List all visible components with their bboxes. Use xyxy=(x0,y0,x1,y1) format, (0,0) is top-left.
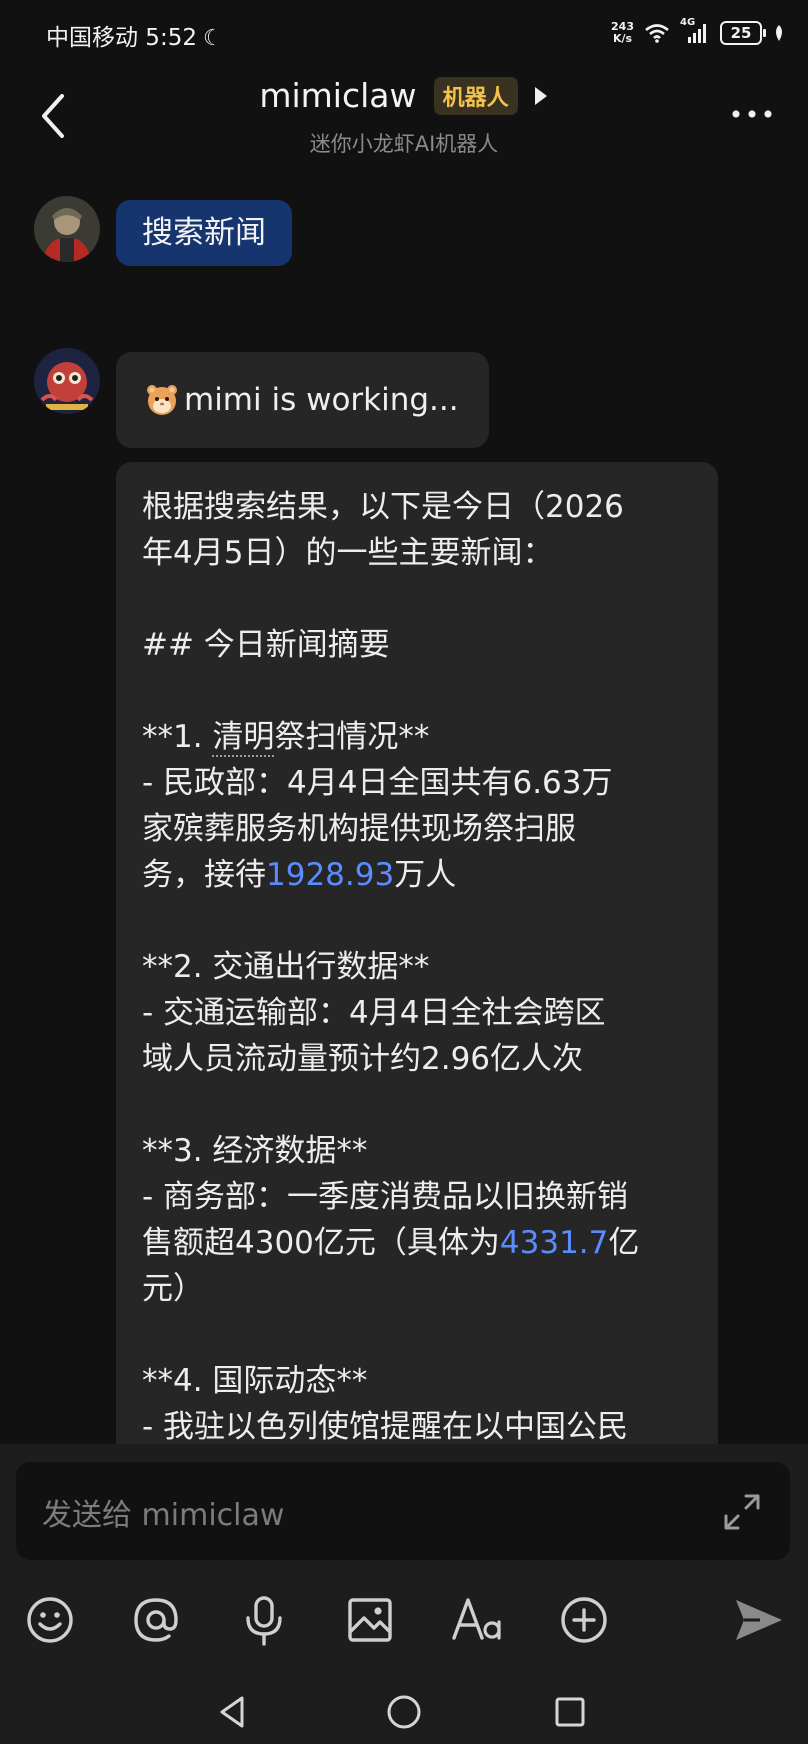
emoji-button[interactable] xyxy=(22,1592,78,1648)
reply-section-title: **2. 交通出行数据** xyxy=(142,949,430,985)
nav-recents-icon xyxy=(555,1697,585,1727)
reply-line: - 商务部：一季度消费品以旧换新销 xyxy=(142,1179,629,1215)
bot-tag: 机器人 xyxy=(433,76,518,115)
net-speed: 243 K/s xyxy=(611,20,634,45)
number-link[interactable]: 4331.7 xyxy=(500,1225,608,1261)
hamster-emoji-icon xyxy=(147,384,177,415)
system-nav-bar xyxy=(0,1684,808,1744)
moon-icon: ☾ xyxy=(202,26,223,51)
user-avatar[interactable] xyxy=(34,196,100,262)
chat-area[interactable]: 搜索新闻 mimi is working... 根据搜索结果，以下是今日（202… xyxy=(0,176,808,1444)
more-icon xyxy=(732,110,772,118)
reply-section-title: **4. 国际动态** xyxy=(142,1363,368,1399)
add-button[interactable] xyxy=(556,1592,612,1648)
nav-home-icon xyxy=(387,1695,421,1729)
reply-section-title: **1. 清明祭扫情况** xyxy=(142,719,430,757)
wifi-icon xyxy=(645,24,669,43)
bot-avatar[interactable] xyxy=(34,348,100,414)
reply-section-title: **3. 经济数据** xyxy=(142,1133,368,1169)
plus-icon xyxy=(561,1597,607,1643)
reply-line: - 民政部：4月4日全国共有6.63万 xyxy=(142,765,613,801)
leaf-icon xyxy=(776,25,782,41)
font-button[interactable] xyxy=(450,1592,506,1648)
signal-icon: 4G xyxy=(680,17,710,45)
status-carrier-time: 中国移动 5:52 ☾ xyxy=(46,25,223,51)
status-bar: 中国移动 5:52 ☾ 243 K/s 4G 25 xyxy=(0,0,808,66)
message-input-placeholder: 发送给 mimiclaw xyxy=(42,1498,285,1533)
message-input[interactable]: 发送给 mimiclaw xyxy=(16,1462,790,1560)
reply-heading: ## 今日新闻摘要 xyxy=(142,627,390,663)
microphone-icon xyxy=(246,1596,282,1646)
emoji-icon xyxy=(27,1597,73,1643)
reply-line: 根据搜索结果，以下是今日（2026 xyxy=(142,489,624,525)
reply-line: - 交通运输部：4月4日全社会跨区 xyxy=(142,995,606,1031)
expand-button[interactable] xyxy=(722,1492,762,1532)
mention-button[interactable] xyxy=(128,1592,184,1648)
image-icon xyxy=(348,1598,392,1642)
bot-reply-bubble[interactable]: 根据搜索结果，以下是今日（2026 年4月5日）的一些主要新闻： ## 今日新闻… xyxy=(116,462,718,1444)
nav-back-button[interactable] xyxy=(214,1692,254,1732)
status-icons: 243 K/s 4G 25 xyxy=(611,17,786,48)
bot-status-bubble[interactable]: mimi is working... xyxy=(116,352,489,448)
more-button[interactable] xyxy=(730,106,774,120)
title-row[interactable]: mimiclaw 机器人 xyxy=(0,76,808,115)
send-button[interactable] xyxy=(730,1592,786,1648)
at-icon xyxy=(134,1598,178,1642)
voice-button[interactable] xyxy=(236,1592,292,1648)
user-message-bubble[interactable]: 搜索新闻 xyxy=(116,200,292,266)
number-link[interactable]: 1928.93 xyxy=(266,857,394,893)
underlined-term[interactable]: 清明 xyxy=(212,719,275,757)
chat-subtitle: 迷你小龙虾AI机器人 xyxy=(309,132,499,156)
chat-header: mimiclaw 机器人 迷你小龙虾AI机器人 xyxy=(0,66,808,176)
reply-line: 域人员流动量预计约2.96亿人次 xyxy=(142,1041,584,1077)
play-icon xyxy=(534,86,547,105)
chat-title: mimiclaw xyxy=(259,76,417,115)
reply-line: 售额超4300亿元（具体为4331.7亿 xyxy=(142,1225,640,1261)
nav-back-icon xyxy=(220,1696,244,1728)
send-icon xyxy=(736,1600,782,1640)
image-button[interactable] xyxy=(342,1592,398,1648)
reply-line: 元） xyxy=(142,1271,204,1307)
expand-icon xyxy=(724,1494,760,1530)
font-icon xyxy=(452,1598,501,1640)
battery-indicator: 25 xyxy=(720,21,766,45)
nav-home-button[interactable] xyxy=(384,1692,424,1732)
reply-line: 务，接待1928.93万人 xyxy=(142,857,457,893)
reply-line: - 我驻以色列使馆提醒在以中国公民 xyxy=(142,1409,629,1444)
reply-line: 年4月5日）的一些主要新闻： xyxy=(142,535,554,571)
composer-toolbar xyxy=(0,1592,808,1656)
composer-panel: 发送给 mimiclaw xyxy=(0,1444,808,1744)
nav-recents-button[interactable] xyxy=(550,1692,590,1732)
reply-line: 家殡葬服务机构提供现场祭扫服 xyxy=(142,811,576,847)
